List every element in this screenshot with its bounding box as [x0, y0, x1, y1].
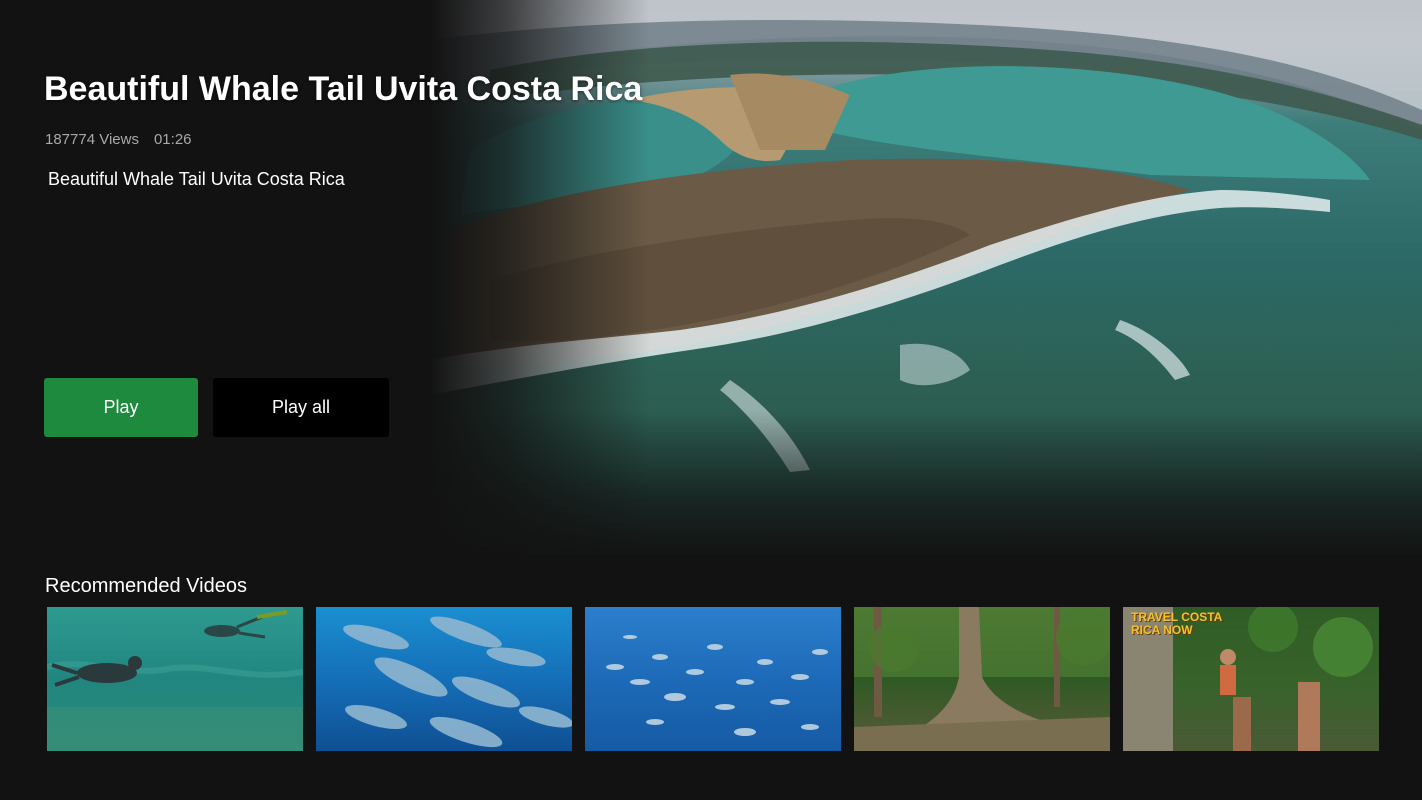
recommended-videos-row: TRAVEL COSTA RICA NOW — [47, 607, 1379, 751]
video-detail-screen: Beautiful Whale Tail Uvita Costa Rica 18… — [0, 0, 1422, 800]
play-all-button-label: Play all — [271, 397, 331, 417]
recommended-video-thumbnail[interactable] — [316, 607, 572, 751]
travel-costa-rica-now-logo: TRAVEL COSTA RICA NOW — [1131, 610, 1223, 637]
view-count: 187774 Views — [45, 131, 139, 148]
play-button-label: Play — [103, 397, 139, 417]
recommended-video-thumbnail[interactable] — [585, 607, 841, 751]
video-title: Beautiful Whale Tail Uvita Costa Rica — [44, 70, 643, 108]
video-meta: 187774 Views 01:26 — [45, 131, 192, 148]
recommended-video-thumbnail[interactable]: TRAVEL COSTA RICA NOW — [1123, 607, 1379, 751]
video-description: Beautiful Whale Tail Uvita Costa Rica — [48, 169, 345, 189]
recommended-video-thumbnail[interactable] — [854, 607, 1110, 751]
recommended-video-thumbnail[interactable] — [47, 607, 303, 751]
recommended-section-title: Recommended Videos — [45, 575, 247, 597]
hero-fade-bottom — [430, 410, 1422, 560]
play-button[interactable]: Play — [44, 378, 198, 437]
video-duration: 01:26 — [153, 131, 192, 148]
play-all-button[interactable]: Play all — [213, 378, 389, 437]
